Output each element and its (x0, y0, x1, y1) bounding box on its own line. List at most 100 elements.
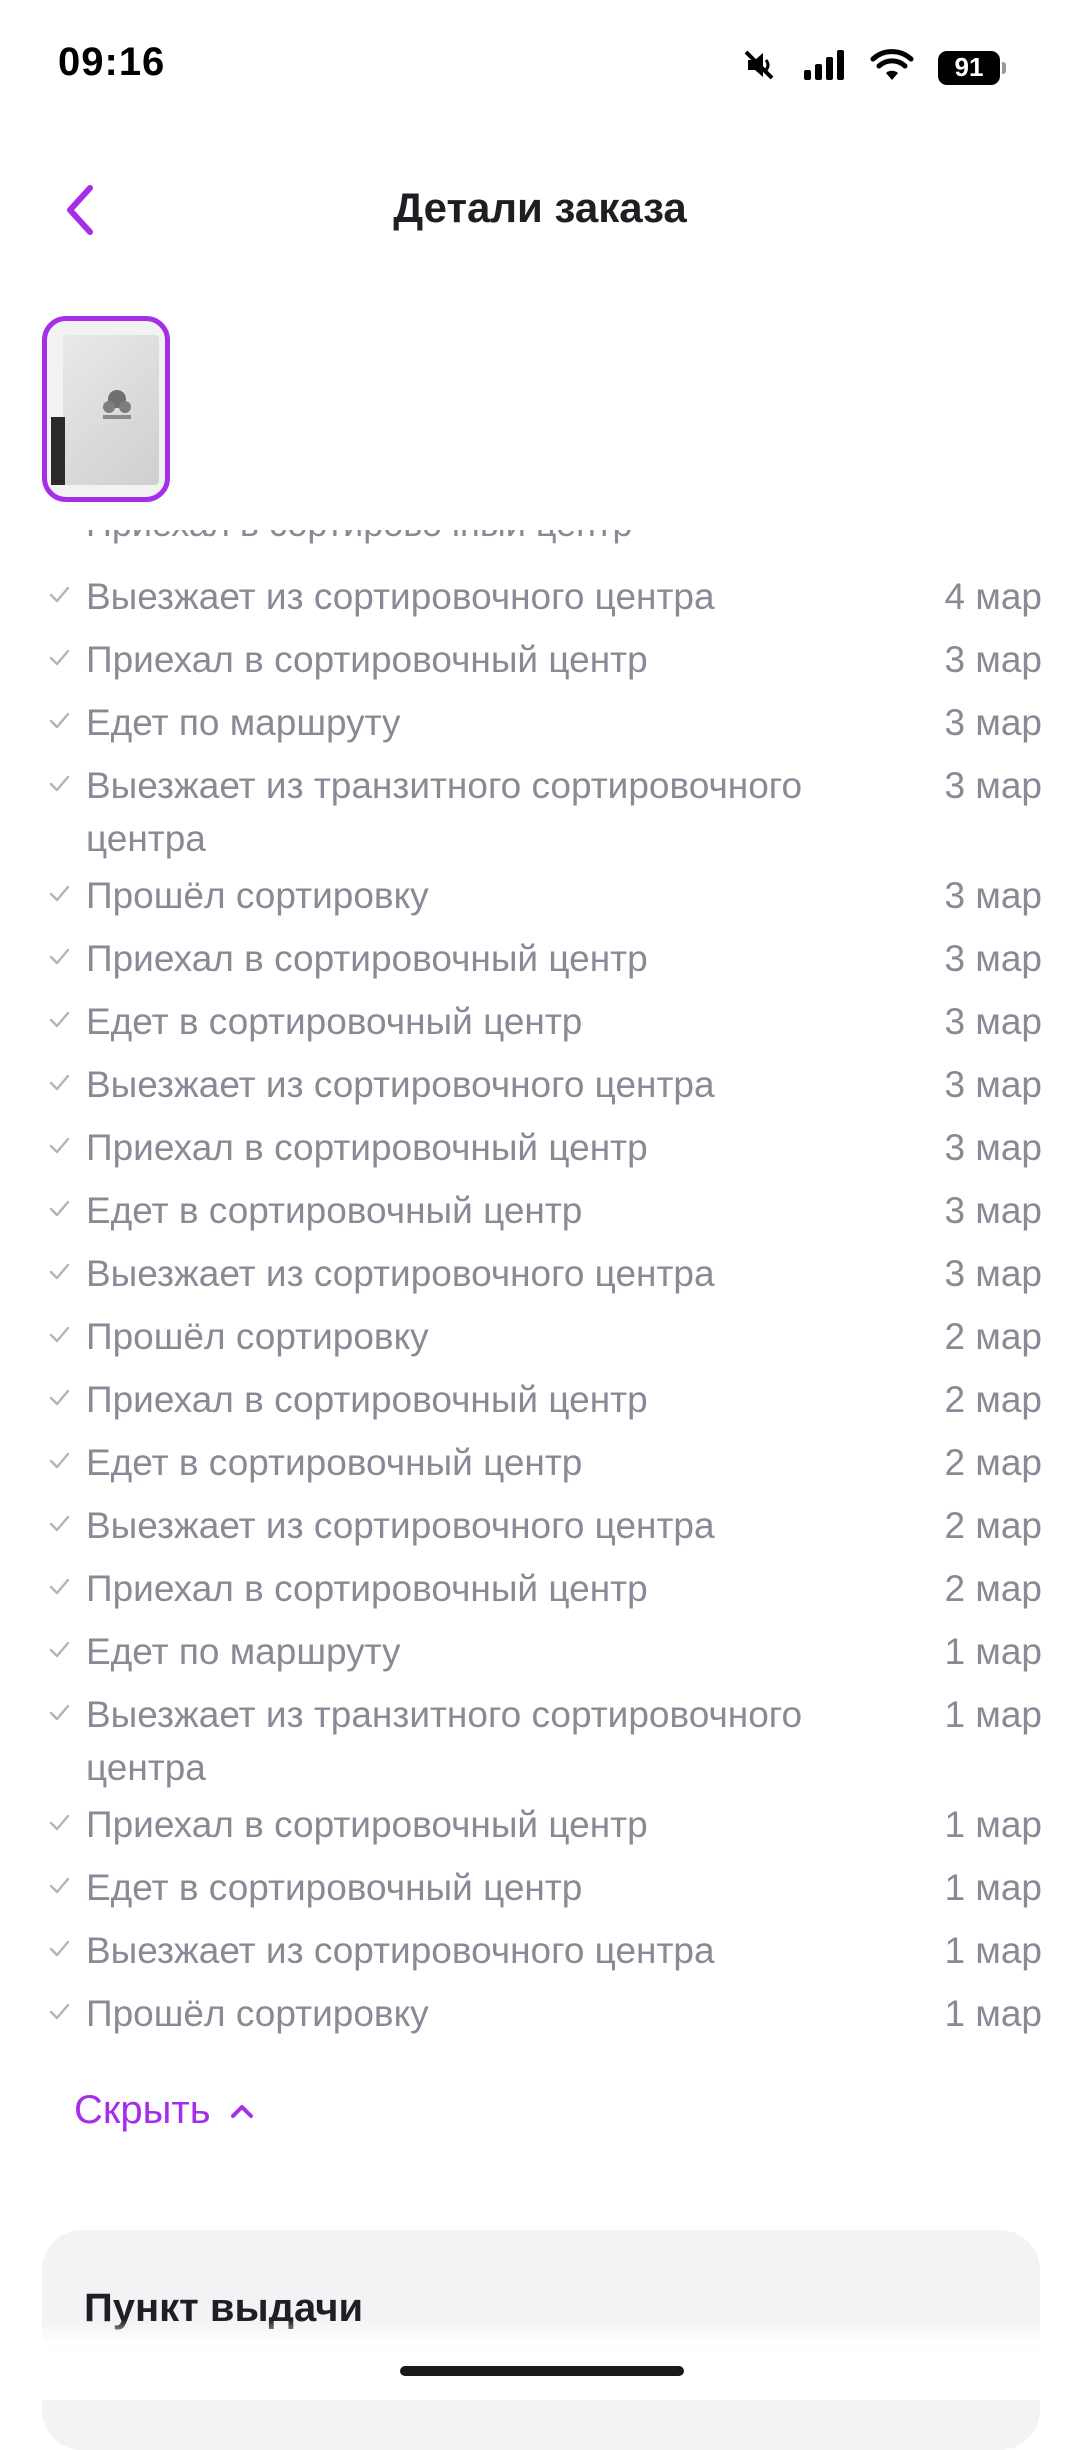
timeline-event-text: Приехал в сортировочный центр (86, 938, 648, 979)
timeline-event-date: 2 мар (944, 1379, 1042, 1420)
timeline-event-date: 1 мар (944, 1867, 1042, 1908)
check-icon (49, 1814, 70, 1831)
timeline-event-text: Выезжает из сортировочного центра (86, 1064, 715, 1105)
timeline-event-date: 3 мар (944, 1127, 1042, 1168)
timeline-event-date: 3 мар (944, 702, 1042, 743)
check-icon (49, 1011, 70, 1028)
header: Детали заказа (0, 160, 1080, 260)
product-thumbnail[interactable] (42, 316, 170, 502)
timeline-event: Выезжает из сортировочного центра 3 мар (0, 1243, 1080, 1306)
check-icon (49, 712, 70, 729)
timeline-event-text: Выезжает из сортировочного центра (86, 576, 715, 617)
timeline-event: Едет по маршруту 3 мар (0, 692, 1080, 755)
check-icon (49, 1704, 70, 1721)
timeline-event-text: Приехал в сортировочный центр (86, 1568, 648, 1609)
brand-logo-icon (103, 390, 131, 419)
timeline-event-date: 1 мар (944, 1631, 1042, 1672)
timeline-event-date: 3 мар (944, 1190, 1042, 1231)
timeline-event-text: Прошёл сортировку (86, 1316, 429, 1357)
home-indicator (400, 2366, 684, 2376)
timeline-event: Едет в сортировочный центр 2 мар (0, 1432, 1080, 1495)
timeline-event-text: Едет в сортировочный центр (86, 1001, 583, 1042)
timeline-event-text: Выезжает из сортировочного центра (86, 1253, 715, 1294)
timeline-event-text: Выезжает из сортировочного центра (86, 1930, 715, 1971)
timeline-event: Прошёл сортировку 3 мар (0, 865, 1080, 928)
timeline-event: Едет в сортировочный центр 1 мар (0, 1857, 1080, 1920)
timeline-event-date: 3 мар (944, 938, 1042, 979)
timeline-event-text: Выезжает из транзитного сортировочного ц… (86, 765, 803, 859)
check-icon (49, 1137, 70, 1154)
check-icon (49, 1515, 70, 1532)
timeline-event: Приехал в сортировочный центр 3 мар (0, 629, 1080, 692)
timeline-event-text: Едет в сортировочный центр (86, 1442, 583, 1483)
bottom-fade (0, 2320, 1080, 2400)
timeline-event-text: Выезжает из транзитного сортировочного ц… (86, 1694, 803, 1788)
timeline-event-date: 3 мар (944, 639, 1042, 680)
timeline-event: Приехал в сортировочный центр 2 мар (0, 1558, 1080, 1621)
timeline-event: Прошёл сортировку 1 мар (0, 1983, 1080, 2046)
timeline-cut-off-row: Приехал в сортировочный центр (86, 530, 1026, 544)
check-icon (49, 1200, 70, 1217)
timeline-event-date: 4 мар (944, 576, 1042, 617)
mute-icon (740, 46, 778, 89)
timeline-event-date: 2 мар (944, 1442, 1042, 1483)
status-time: 09:16 (58, 40, 166, 84)
timeline-event-date: 2 мар (944, 1568, 1042, 1609)
timeline-event: Выезжает из сортировочного центра 1 мар (0, 1920, 1080, 1983)
timeline-event-text: Приехал в сортировочный центр (86, 1804, 648, 1845)
timeline-event-date: 2 мар (944, 1316, 1042, 1357)
timeline-event-text: Едет в сортировочный центр (86, 1867, 583, 1908)
hide-timeline-button[interactable]: Скрыть (74, 2088, 255, 2133)
timeline-event-text: Прошёл сортировку (86, 1993, 429, 2034)
timeline-event-text: Едет в сортировочный центр (86, 1190, 583, 1231)
battery-level: 91 (938, 50, 1000, 85)
timeline-event: Приехал в сортировочный центр 3 мар (0, 928, 1080, 991)
timeline-event-text: Приехал в сортировочный центр (86, 1127, 648, 1168)
page-title: Детали заказа (393, 184, 687, 231)
status-bar: 09:16 91 (0, 0, 1080, 135)
chevron-up-icon (230, 2104, 253, 2118)
timeline-event: Выезжает из сортировочного центра 4 мар (0, 566, 1080, 629)
check-icon (49, 948, 70, 965)
timeline-event-date: 3 мар (944, 875, 1042, 916)
timeline-event: Едет по маршруту 1 мар (0, 1621, 1080, 1684)
check-icon (49, 1074, 70, 1091)
timeline-events: Выезжает из сортировочного центра 4 мар Пр… (0, 566, 1080, 2046)
check-icon (49, 1326, 70, 1343)
timeline-event-date: 2 мар (944, 1505, 1042, 1546)
timeline-event: Приехал в сортировочный центр 1 мар (0, 1794, 1080, 1857)
timeline-event: Приехал в сортировочный центр 2 мар (0, 1369, 1080, 1432)
check-icon (49, 649, 70, 666)
timeline-event-date: 1 мар (944, 1930, 1042, 1971)
check-icon (49, 1578, 70, 1595)
timeline-event-text: Прошёл сортировку (86, 875, 429, 916)
timeline-event: Едет в сортировочный центр 3 мар (0, 1180, 1080, 1243)
check-icon (49, 1389, 70, 1406)
hide-label: Скрыть (74, 2088, 211, 2132)
check-icon (49, 1641, 70, 1658)
timeline-event-date: 3 мар (944, 1001, 1042, 1042)
check-icon (49, 1263, 70, 1280)
timeline-event-text: Едет по маршруту (86, 1631, 401, 1672)
timeline-event-date: 3 мар (944, 1064, 1042, 1105)
check-icon (49, 885, 70, 902)
product-image (63, 335, 159, 485)
timeline-event: Выезжает из транзитного сортировочного ц… (0, 755, 1080, 865)
timeline-event-text: Приехал в сортировочный центр (86, 1379, 648, 1420)
timeline-event-date: 1 мар (944, 1804, 1042, 1845)
timeline-event-date: 1 мар (944, 1993, 1042, 2034)
timeline-event: Едет в сортировочный центр 3 мар (0, 991, 1080, 1054)
timeline-event: Прошёл сортировку 2 мар (0, 1306, 1080, 1369)
timeline-event: Приехал в сортировочный центр 3 мар (0, 1117, 1080, 1180)
signal-icon (802, 48, 846, 87)
timeline-event-text: Выезжает из сортировочного центра (86, 1505, 715, 1546)
timeline-event-text: Едет по маршруту (86, 702, 401, 743)
check-icon (49, 2003, 70, 2020)
timeline-event-date: 1 мар (944, 1694, 1042, 1735)
status-icons: 91 (740, 46, 1006, 89)
check-icon (49, 1940, 70, 1957)
timeline-event: Выезжает из транзитного сортировочного ц… (0, 1684, 1080, 1794)
timeline-event: Выезжает из сортировочного центра 3 мар (0, 1054, 1080, 1117)
wifi-icon (870, 48, 914, 87)
timeline-event-text: Приехал в сортировочный центр (86, 639, 648, 680)
